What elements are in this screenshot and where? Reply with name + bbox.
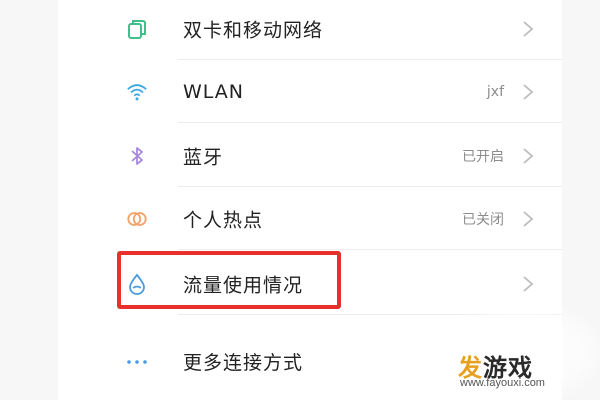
setting-item-dual-sim[interactable]: 双卡和移动网络 (58, 0, 562, 60)
setting-item-wlan[interactable]: WLAN jxf (58, 60, 562, 123)
chevron-right-icon (523, 210, 534, 227)
settings-screen: 双卡和移动网络 WLAN jxf 蓝牙 已开启 个人热点 已关闭 流量使用情况 … (0, 0, 600, 400)
chevron-right-icon (523, 20, 534, 37)
setting-item-label: 个人热点 (183, 209, 264, 231)
wifi-icon (126, 81, 148, 103)
setting-item-bluetooth[interactable]: 蓝牙 已开启 (58, 124, 562, 187)
setting-item-label: 更多连接方式 (183, 352, 304, 374)
more-icon (126, 351, 148, 373)
dual-sim-icon (126, 18, 148, 40)
bluetooth-icon (126, 145, 148, 167)
divider (178, 249, 562, 250)
watermark-logo: 发游戏 www.fayouxi.com (458, 348, 590, 392)
divider (178, 122, 562, 123)
setting-item-label: WLAN (183, 80, 245, 103)
status-text: 已关闭 (462, 211, 504, 228)
chevron-right-icon (523, 147, 534, 164)
hotspot-icon (126, 208, 148, 230)
setting-item-label: 双卡和移动网络 (183, 19, 324, 41)
setting-item-label: 流量使用情况 (183, 274, 304, 296)
setting-item-label: 蓝牙 (183, 146, 224, 168)
watermark-url: www.fayouxi.com (460, 377, 545, 389)
chevron-right-icon (523, 83, 534, 100)
chevron-right-icon (523, 275, 534, 292)
data-usage-icon (126, 273, 148, 295)
status-text: 已开启 (462, 148, 504, 165)
status-text: jxf (486, 83, 504, 100)
setting-item-hotspot[interactable]: 个人热点 已关闭 (58, 187, 562, 250)
